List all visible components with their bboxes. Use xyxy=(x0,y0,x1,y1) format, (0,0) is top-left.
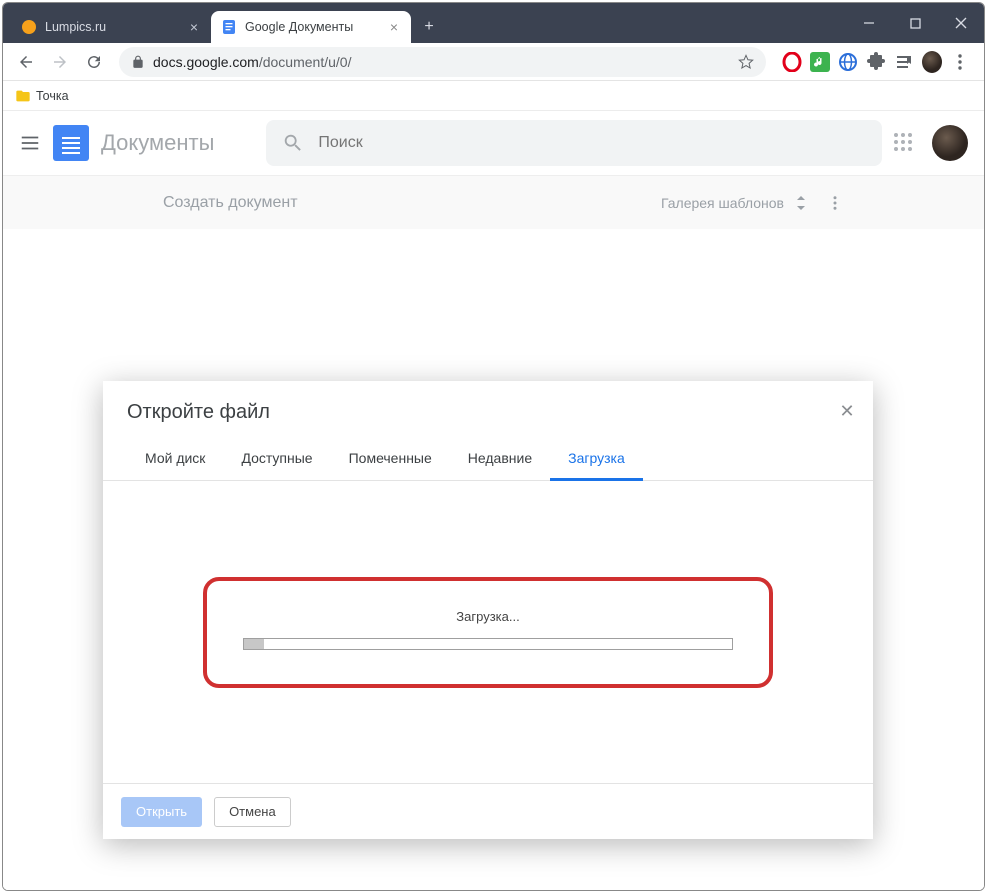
search-icon xyxy=(282,132,304,154)
profile-avatar[interactable] xyxy=(922,52,942,72)
template-gallery-button[interactable]: Галерея шаблонов xyxy=(661,194,808,212)
tab-my-drive[interactable]: Мой диск xyxy=(127,440,223,480)
loading-label: Загрузка... xyxy=(243,609,733,624)
tab-shared[interactable]: Доступные xyxy=(223,440,330,480)
apps-grid-icon[interactable] xyxy=(894,133,914,153)
more-options-icon[interactable] xyxy=(826,194,844,212)
search-input[interactable] xyxy=(318,134,866,152)
progress-bar xyxy=(243,638,733,650)
search-bar[interactable] xyxy=(266,120,882,166)
close-icon[interactable]: × xyxy=(187,20,201,34)
menu-icon[interactable] xyxy=(950,52,970,72)
open-button[interactable]: Открыть xyxy=(121,797,202,827)
reload-button[interactable] xyxy=(79,47,109,77)
tab-lumpics[interactable]: Lumpics.ru × xyxy=(11,11,211,43)
close-window-button[interactable] xyxy=(938,3,984,43)
browser-window: Lumpics.ru × Google Документы × + docs.g… xyxy=(2,2,985,891)
hamburger-icon[interactable] xyxy=(19,132,41,154)
window-controls xyxy=(846,3,984,43)
address-bar[interactable]: docs.google.com/document/u/0/ xyxy=(119,47,766,77)
upload-highlight: Загрузка... xyxy=(203,577,773,688)
maximize-button[interactable] xyxy=(892,3,938,43)
tab-title: Google Документы xyxy=(245,20,379,34)
tab-recent[interactable]: Недавние xyxy=(450,440,550,480)
url-text: docs.google.com/document/u/0/ xyxy=(153,54,351,70)
tab-upload[interactable]: Загрузка xyxy=(550,440,643,481)
reading-list-icon[interactable] xyxy=(894,52,914,72)
tab-title: Lumpics.ru xyxy=(45,20,179,34)
open-file-modal: Откройте файл ✕ Мой диск Доступные Помеч… xyxy=(103,381,873,839)
lock-icon xyxy=(131,55,145,69)
docs-logo-icon xyxy=(53,125,89,161)
modal-tabs: Мой диск Доступные Помеченные Недавние З… xyxy=(103,430,873,481)
modal-body: Загрузка... xyxy=(103,481,873,783)
modal-title: Откройте файл xyxy=(103,381,873,430)
bookmarks-bar: Точка xyxy=(3,81,984,111)
tab-google-docs[interactable]: Google Документы × xyxy=(211,11,411,43)
app-title: Документы xyxy=(101,130,214,156)
bookmark-label: Точка xyxy=(36,89,69,103)
favicon-lumpics xyxy=(21,19,37,35)
cancel-button[interactable]: Отмена xyxy=(214,797,291,827)
globe-icon[interactable] xyxy=(838,52,858,72)
tab-starred[interactable]: Помеченные xyxy=(331,440,450,480)
titlebar: Lumpics.ru × Google Документы × + xyxy=(3,3,984,43)
music-icon[interactable] xyxy=(810,52,830,72)
star-icon[interactable] xyxy=(738,54,754,70)
minimize-button[interactable] xyxy=(846,3,892,43)
favicon-docs xyxy=(221,19,237,35)
progress-fill xyxy=(244,639,264,649)
modal-footer: Открыть Отмена xyxy=(103,783,873,839)
account-avatar[interactable] xyxy=(932,125,968,161)
create-doc-label: Создать документ xyxy=(163,194,298,212)
close-icon[interactable]: × xyxy=(387,20,401,34)
back-button[interactable] xyxy=(11,47,41,77)
create-row: Создать документ Галерея шаблонов xyxy=(3,175,984,229)
forward-button[interactable] xyxy=(45,47,75,77)
app-header: Документы xyxy=(3,111,984,175)
extensions-icon[interactable] xyxy=(866,52,886,72)
browser-toolbar: docs.google.com/document/u/0/ xyxy=(3,43,984,81)
expand-icon xyxy=(794,194,808,212)
extension-icons xyxy=(776,52,976,72)
opera-icon[interactable] xyxy=(782,52,802,72)
modal-close-button[interactable]: ✕ xyxy=(835,399,859,423)
docs-app: Документы Создать документ Галерея шабло… xyxy=(3,111,984,890)
bookmark-folder[interactable]: Точка xyxy=(15,88,69,104)
gallery-label: Галерея шаблонов xyxy=(661,195,784,211)
new-tab-button[interactable]: + xyxy=(415,13,443,41)
